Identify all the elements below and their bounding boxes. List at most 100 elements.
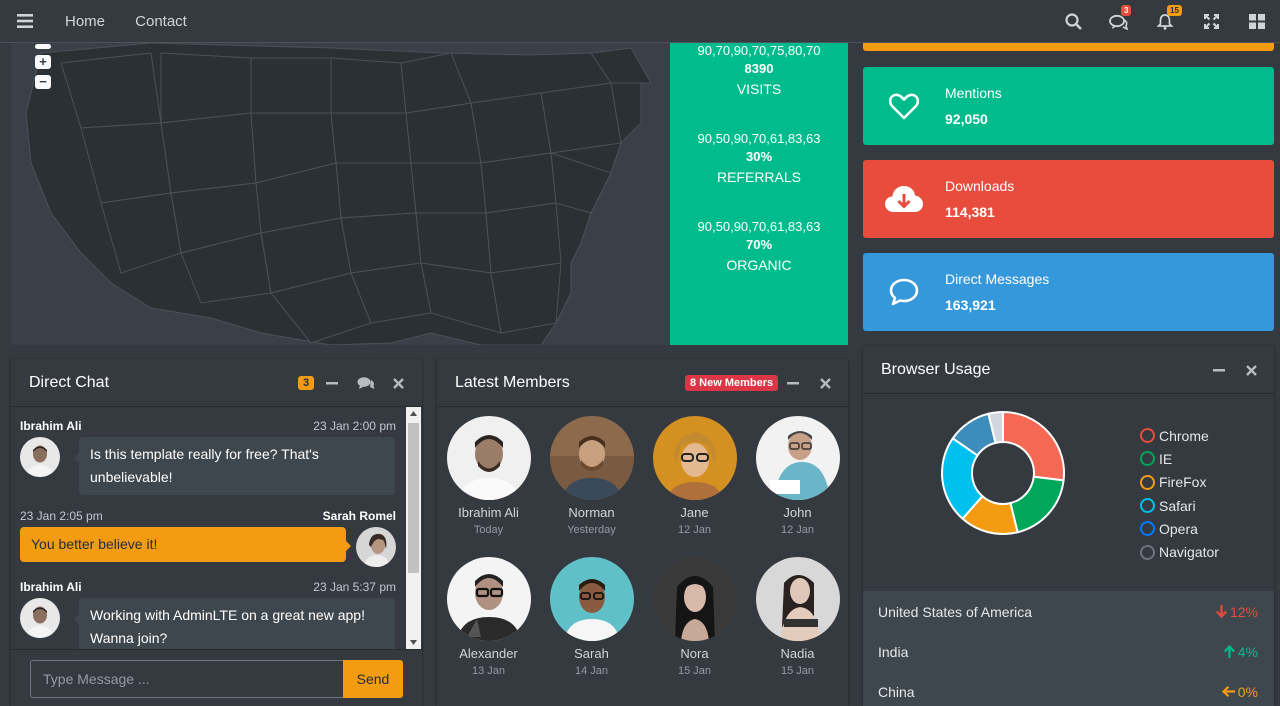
message-input[interactable] — [30, 660, 343, 698]
latest-members-card: Latest Members 8 New Members Ibrahim Ali… — [437, 359, 848, 706]
country-name: China — [878, 683, 915, 700]
map-stats-panel: 90,70,90,70,75,80,70 8390 VISITS 90,50,9… — [670, 43, 848, 345]
message-bubble: Is this template really for free? That's… — [74, 437, 395, 495]
nav-link-home[interactable]: Home — [50, 0, 120, 43]
close-button[interactable] — [1240, 346, 1262, 394]
scroll-up-icon[interactable] — [410, 411, 417, 416]
minus-icon — [787, 381, 799, 384]
member-item[interactable]: Alexander 13 Jan — [437, 557, 540, 677]
stat-visits: 90,70,90,70,75,80,70 8390 VISITS — [670, 43, 848, 99]
card-header: Latest Members 8 New Members — [437, 359, 848, 407]
search-icon[interactable] — [1050, 0, 1096, 43]
info-box-warning-edge — [863, 43, 1274, 51]
arrow-left-icon — [1221, 686, 1235, 697]
messages-icon[interactable]: 3 — [1096, 0, 1142, 43]
zoom-reset-button[interactable] — [35, 44, 51, 49]
donut-slice-ie[interactable] — [1009, 475, 1065, 534]
browser-donut-chart[interactable] — [941, 411, 1065, 535]
collapse-button[interactable] — [1208, 346, 1230, 394]
info-box-label: Mentions — [945, 85, 1002, 101]
member-date: 12 Jan — [780, 524, 815, 536]
member-photo[interactable] — [755, 416, 840, 500]
legend-circle-icon — [1140, 428, 1155, 444]
chart-legend: Chrome IE FireFox Safari Opera Navigator — [1140, 424, 1219, 564]
fullscreen-icon[interactable] — [1188, 0, 1234, 43]
minus-icon — [1213, 368, 1225, 371]
member-photo[interactable] — [755, 557, 840, 641]
send-button[interactable]: Send — [343, 660, 403, 698]
member-item[interactable]: Nadia 15 Jan — [746, 557, 849, 677]
control-sidebar-icon[interactable] — [1234, 0, 1280, 43]
message-time: 23 Jan 2:00 pm — [313, 419, 396, 433]
info-box-label: Downloads — [945, 178, 1015, 194]
member-name[interactable]: Norman — [540, 505, 643, 520]
collapse-button[interactable] — [321, 359, 343, 407]
message-sender: Ibrahim Ali — [20, 419, 82, 433]
member-date: 13 Jan — [471, 665, 506, 677]
member-photo[interactable] — [446, 416, 531, 500]
member-name[interactable]: Alexander — [437, 646, 540, 661]
stat-label: VISITS — [736, 81, 782, 97]
member-item[interactable]: Sarah 14 Jan — [540, 557, 643, 677]
info-box-value: 114,381 — [945, 204, 995, 220]
legend-circle-icon — [1140, 521, 1155, 537]
cloud-download-icon — [863, 185, 945, 213]
member-name[interactable]: Jane — [643, 505, 746, 520]
legend-item: Chrome — [1140, 424, 1219, 447]
direct-chat-card: Direct Chat 3 Ibrahim Ali 23 Jan 2:00 pm… — [11, 359, 422, 706]
member-photo[interactable] — [652, 557, 737, 641]
zoom-in-button[interactable]: + — [35, 55, 51, 69]
legend-label: Chrome — [1159, 427, 1209, 444]
legend-item: Opera — [1140, 517, 1219, 540]
member-photo[interactable] — [446, 557, 531, 641]
close-button[interactable] — [387, 359, 409, 407]
donut-slice-chrome[interactable] — [1002, 411, 1065, 482]
member-photo[interactable] — [549, 557, 634, 641]
legend-label: FireFox — [1159, 474, 1207, 491]
menu-toggle-icon[interactable] — [0, 0, 50, 43]
chat-scrollbar[interactable] — [406, 407, 421, 649]
scroll-down-icon[interactable] — [410, 640, 417, 645]
close-icon — [1245, 364, 1257, 376]
nav-link-contact[interactable]: Contact — [120, 0, 202, 43]
chat-count-badge: 3 — [298, 376, 315, 390]
top-navbar: Home Contact 3 15 — [0, 0, 1280, 43]
member-item[interactable]: Nora 15 Jan — [643, 557, 746, 677]
card-title: Browser Usage — [881, 360, 991, 378]
zoom-out-button[interactable]: − — [35, 75, 51, 89]
legend-circle-icon — [1140, 498, 1155, 514]
country-row-usa[interactable]: United States of America 12% — [863, 591, 1274, 631]
country-row-india[interactable]: India 4% — [863, 631, 1274, 671]
collapse-button[interactable] — [782, 359, 804, 407]
sparkline-values: 90,50,90,70,61,83,63 — [697, 131, 821, 146]
contacts-toggle-button[interactable] — [353, 359, 379, 407]
sparkline-values: 90,70,90,70,75,80,70 — [697, 43, 821, 58]
info-box-downloads: Downloads 114,381 — [863, 160, 1274, 238]
member-item[interactable]: John 12 Jan — [746, 416, 849, 536]
close-button[interactable] — [814, 359, 836, 407]
member-name[interactable]: Nora — [643, 646, 746, 661]
member-item[interactable]: Jane 12 Jan — [643, 416, 746, 536]
stat-value: 8390 — [744, 61, 774, 76]
info-box-value: 92,050 — [945, 111, 988, 127]
message-time: 23 Jan 2:05 pm — [20, 509, 103, 523]
card-title: Direct Chat — [29, 373, 110, 391]
usa-map[interactable]: + − — [11, 43, 670, 345]
stat-referrals: 90,50,90,70,61,83,63 30% REFERRALS — [670, 131, 848, 187]
legend-item: IE — [1140, 447, 1219, 470]
chat-messages[interactable]: Ibrahim Ali 23 Jan 2:00 pm Is this templ… — [11, 407, 422, 649]
country-row-china[interactable]: China 0% — [863, 671, 1274, 706]
member-name[interactable]: Sarah — [540, 646, 643, 661]
member-item[interactable]: Norman Yesterday — [540, 416, 643, 536]
member-photo[interactable] — [652, 416, 737, 500]
member-name[interactable]: Nadia — [746, 646, 849, 661]
member-name[interactable]: John — [746, 505, 849, 520]
scroll-thumb[interactable] — [408, 423, 419, 573]
member-name[interactable]: Ibrahim Ali — [437, 505, 540, 520]
stat-label: REFERRALS — [716, 169, 802, 185]
notifications-icon[interactable]: 15 — [1142, 0, 1188, 43]
country-name: United States of America — [878, 603, 1033, 620]
member-item[interactable]: Ibrahim Ali Today — [437, 416, 540, 536]
change-percent: 4% — [1237, 643, 1258, 660]
member-photo[interactable] — [549, 416, 634, 500]
